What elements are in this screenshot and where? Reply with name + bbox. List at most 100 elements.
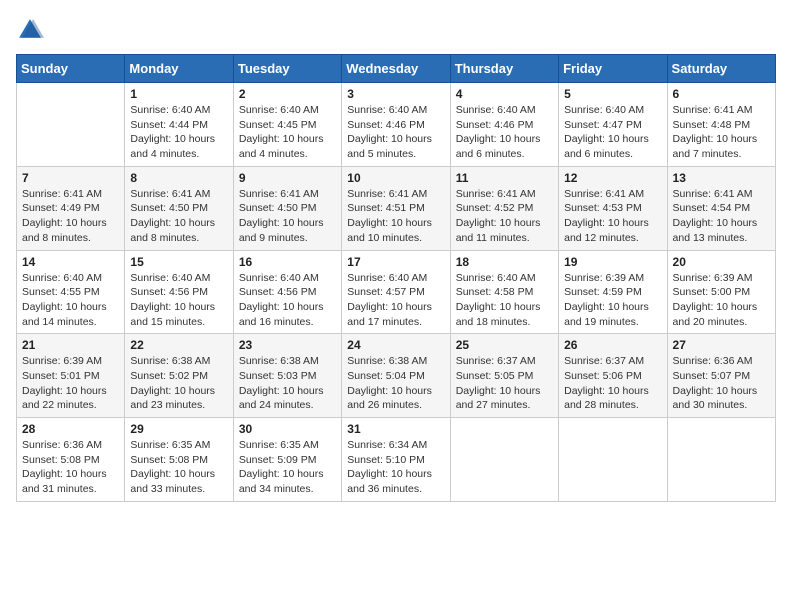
calendar-cell: 2 Sunrise: 6:40 AMSunset: 4:45 PMDaylight… [233,83,341,167]
day-info: Sunrise: 6:40 AMSunset: 4:57 PMDaylight:… [347,271,444,330]
calendar-cell [17,83,125,167]
day-info: Sunrise: 6:40 AMSunset: 4:47 PMDaylight:… [564,103,661,162]
day-info: Sunrise: 6:34 AMSunset: 5:10 PMDaylight:… [347,438,444,497]
calendar-cell: 25 Sunrise: 6:37 AMSunset: 5:05 PMDayligh… [450,334,558,418]
day-number: 21 [22,338,119,352]
day-info: Sunrise: 6:41 AMSunset: 4:51 PMDaylight:… [347,187,444,246]
calendar-header-sunday: Sunday [17,55,125,83]
calendar-cell: 21Sunrise: 6:39 AMSunset: 5:01 PMDayligh… [17,334,125,418]
calendar-cell: 23 Sunrise: 6:38 AMSunset: 5:03 PMDayligh… [233,334,341,418]
day-number: 12 [564,171,661,185]
day-info: Sunrise: 6:36 AMSunset: 5:07 PMDaylight:… [673,354,770,413]
day-info: Sunrise: 6:41 AMSunset: 4:50 PMDaylight:… [239,187,336,246]
day-info: Sunrise: 6:39 AMSunset: 5:00 PMDaylight:… [673,271,770,330]
calendar-cell: 30Sunrise: 6:35 AMSunset: 5:09 PMDayligh… [233,418,341,502]
calendar-cell: 7 Sunrise: 6:41 AMSunset: 4:49 PMDaylight… [17,166,125,250]
day-number: 22 [130,338,227,352]
day-info: Sunrise: 6:39 AMSunset: 4:59 PMDaylight:… [564,271,661,330]
calendar-header-wednesday: Wednesday [342,55,450,83]
calendar-cell: 16Sunrise: 6:40 AMSunset: 4:56 PMDayligh… [233,250,341,334]
day-number: 25 [456,338,553,352]
day-info: Sunrise: 6:37 AMSunset: 5:05 PMDaylight:… [456,354,553,413]
day-info: Sunrise: 6:41 AMSunset: 4:52 PMDaylight:… [456,187,553,246]
day-info: Sunrise: 6:40 AMSunset: 4:58 PMDaylight:… [456,271,553,330]
calendar-cell: 10 Sunrise: 6:41 AMSunset: 4:51 PMDayligh… [342,166,450,250]
day-number: 11 [456,171,553,185]
calendar-cell: 17Sunrise: 6:40 AMSunset: 4:57 PMDayligh… [342,250,450,334]
day-number: 7 [22,171,119,185]
calendar-cell: 12 Sunrise: 6:41 AMSunset: 4:53 PMDayligh… [559,166,667,250]
day-info: Sunrise: 6:40 AMSunset: 4:44 PMDaylight:… [130,103,227,162]
day-number: 8 [130,171,227,185]
day-info: Sunrise: 6:35 AMSunset: 5:09 PMDaylight:… [239,438,336,497]
calendar-cell: 5 Sunrise: 6:40 AMSunset: 4:47 PMDaylight… [559,83,667,167]
day-number: 1 [130,87,227,101]
calendar-cell: 3 Sunrise: 6:40 AMSunset: 4:46 PMDaylight… [342,83,450,167]
calendar-week-row: 14Sunrise: 6:40 AMSunset: 4:55 PMDayligh… [17,250,776,334]
day-number: 3 [347,87,444,101]
day-info: Sunrise: 6:40 AMSunset: 4:46 PMDaylight:… [456,103,553,162]
day-number: 20 [673,255,770,269]
day-number: 26 [564,338,661,352]
day-number: 24 [347,338,444,352]
day-info: Sunrise: 6:40 AMSunset: 4:45 PMDaylight:… [239,103,336,162]
calendar-cell: 14Sunrise: 6:40 AMSunset: 4:55 PMDayligh… [17,250,125,334]
day-number: 4 [456,87,553,101]
calendar-cell: 15 Sunrise: 6:40 AMSunset: 4:56 PMDayligh… [125,250,233,334]
day-info: Sunrise: 6:38 AMSunset: 5:04 PMDaylight:… [347,354,444,413]
calendar-header-friday: Friday [559,55,667,83]
calendar-cell: 1 Sunrise: 6:40 AMSunset: 4:44 PMDaylight… [125,83,233,167]
day-info: Sunrise: 6:38 AMSunset: 5:02 PMDaylight:… [130,354,227,413]
day-info: Sunrise: 6:41 AMSunset: 4:53 PMDaylight:… [564,187,661,246]
calendar-cell [667,418,775,502]
calendar-cell [450,418,558,502]
day-number: 28 [22,422,119,436]
day-info: Sunrise: 6:41 AMSunset: 4:50 PMDaylight:… [130,187,227,246]
day-number: 18 [456,255,553,269]
day-info: Sunrise: 6:41 AMSunset: 4:54 PMDaylight:… [673,187,770,246]
generalblue-logo-icon [16,16,44,44]
calendar-week-row: 7 Sunrise: 6:41 AMSunset: 4:49 PMDaylight… [17,166,776,250]
day-info: Sunrise: 6:35 AMSunset: 5:08 PMDaylight:… [130,438,227,497]
day-number: 23 [239,338,336,352]
day-info: Sunrise: 6:41 AMSunset: 4:49 PMDaylight:… [22,187,119,246]
calendar-header-thursday: Thursday [450,55,558,83]
day-number: 5 [564,87,661,101]
day-number: 27 [673,338,770,352]
calendar-cell: 9 Sunrise: 6:41 AMSunset: 4:50 PMDaylight… [233,166,341,250]
day-info: Sunrise: 6:37 AMSunset: 5:06 PMDaylight:… [564,354,661,413]
day-number: 10 [347,171,444,185]
day-info: Sunrise: 6:40 AMSunset: 4:46 PMDaylight:… [347,103,444,162]
day-info: Sunrise: 6:40 AMSunset: 4:56 PMDaylight:… [239,271,336,330]
calendar-cell: 31Sunrise: 6:34 AMSunset: 5:10 PMDayligh… [342,418,450,502]
calendar-cell: 19Sunrise: 6:39 AMSunset: 4:59 PMDayligh… [559,250,667,334]
calendar-cell: 29Sunrise: 6:35 AMSunset: 5:08 PMDayligh… [125,418,233,502]
day-info: Sunrise: 6:38 AMSunset: 5:03 PMDaylight:… [239,354,336,413]
calendar-header-saturday: Saturday [667,55,775,83]
calendar-cell: 24 Sunrise: 6:38 AMSunset: 5:04 PMDayligh… [342,334,450,418]
calendar-cell: 6 Sunrise: 6:41 AMSunset: 4:48 PMDaylight… [667,83,775,167]
logo [16,16,48,44]
calendar-cell: 27 Sunrise: 6:36 AMSunset: 5:07 PMDayligh… [667,334,775,418]
day-info: Sunrise: 6:40 AMSunset: 4:56 PMDaylight:… [130,271,227,330]
day-number: 9 [239,171,336,185]
calendar-header-row: SundayMondayTuesdayWednesdayThursdayFrid… [17,55,776,83]
calendar-cell: 20 Sunrise: 6:39 AMSunset: 5:00 PMDayligh… [667,250,775,334]
calendar-week-row: 1 Sunrise: 6:40 AMSunset: 4:44 PMDaylight… [17,83,776,167]
calendar-cell: 8 Sunrise: 6:41 AMSunset: 4:50 PMDaylight… [125,166,233,250]
calendar-cell [559,418,667,502]
calendar-cell: 11 Sunrise: 6:41 AMSunset: 4:52 PMDayligh… [450,166,558,250]
page-header [16,16,776,44]
day-number: 15 [130,255,227,269]
day-number: 13 [673,171,770,185]
calendar-header-monday: Monday [125,55,233,83]
calendar-week-row: 28Sunrise: 6:36 AMSunset: 5:08 PMDayligh… [17,418,776,502]
calendar-cell: 26 Sunrise: 6:37 AMSunset: 5:06 PMDayligh… [559,334,667,418]
day-number: 14 [22,255,119,269]
day-number: 2 [239,87,336,101]
calendar-cell: 18 Sunrise: 6:40 AMSunset: 4:58 PMDayligh… [450,250,558,334]
day-info: Sunrise: 6:41 AMSunset: 4:48 PMDaylight:… [673,103,770,162]
calendar-week-row: 21Sunrise: 6:39 AMSunset: 5:01 PMDayligh… [17,334,776,418]
calendar-cell: 28Sunrise: 6:36 AMSunset: 5:08 PMDayligh… [17,418,125,502]
day-number: 6 [673,87,770,101]
